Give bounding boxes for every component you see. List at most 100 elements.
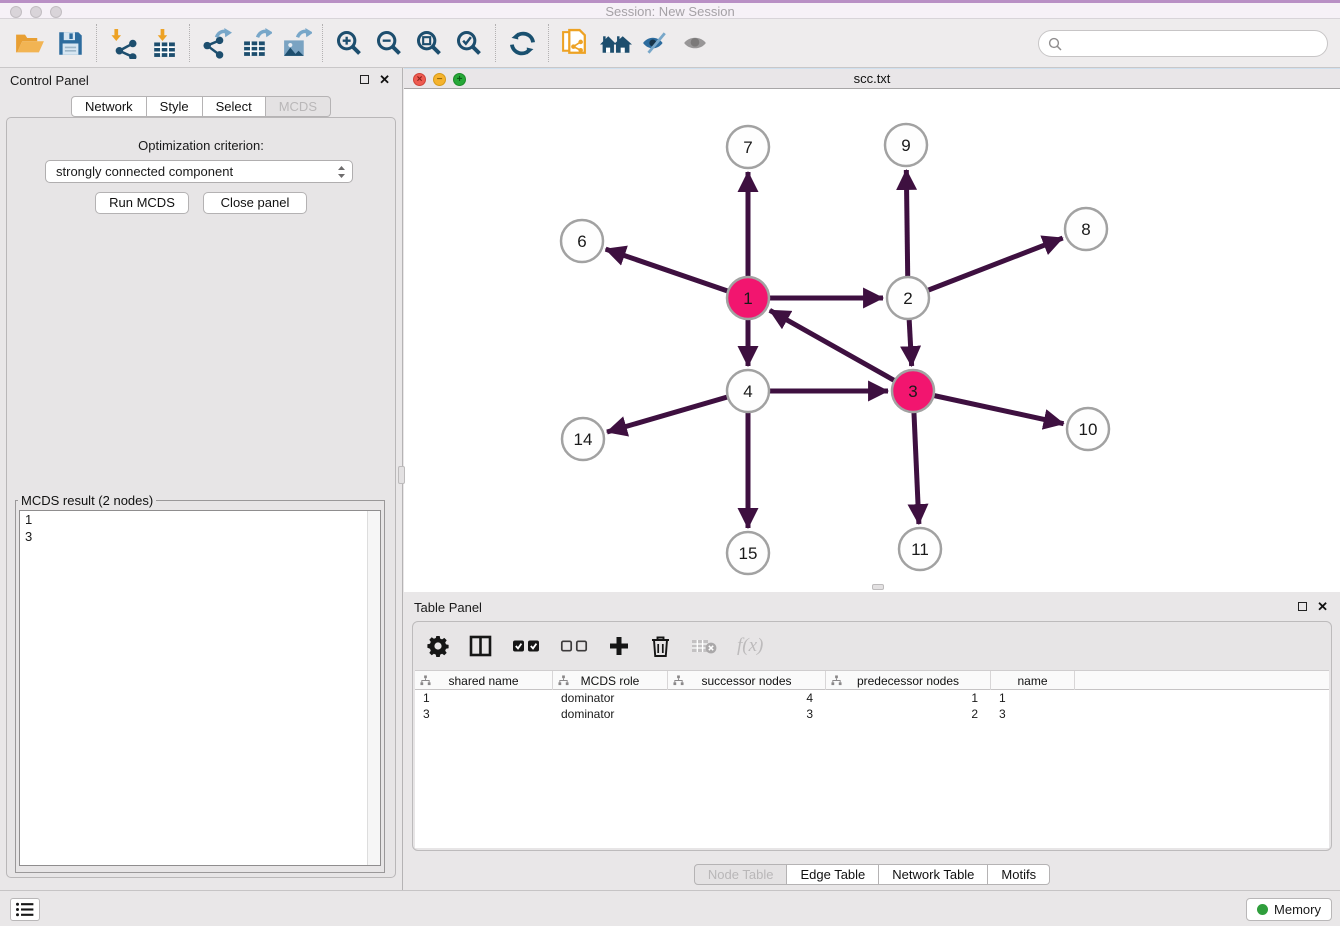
graph-node-10[interactable]: 10 [1067,408,1109,450]
eye-visible-icon[interactable] [675,23,715,63]
control-panel-title: Control Panel [10,73,89,88]
network-canvas[interactable]: 7 9 6 8 1 2 4 3 14 10 15 11 [404,89,1340,592]
main-area: Control Panel ✕ Network Style Select MCD… [0,68,1340,890]
run-mcds-button[interactable]: Run MCDS [95,192,189,214]
graph-node-2[interactable]: 2 [887,277,929,319]
graph-node-15[interactable]: 15 [727,532,769,574]
network-window-titlebar[interactable]: × − + scc.txt [404,68,1340,89]
list-icon [15,902,35,917]
float-panel-icon[interactable] [1298,602,1307,611]
vertical-splitter-handle[interactable] [398,466,405,484]
graph-node-1[interactable]: 1 [727,277,769,319]
zoom-out-icon[interactable] [369,23,409,63]
graph-node-14[interactable]: 14 [562,418,604,460]
node-table: shared name MCDS role successor nodes pr… [415,670,1329,848]
delete-column-icon[interactable] [650,631,671,661]
window-titlebar: Session: New Session [0,0,1340,19]
control-panel: Control Panel ✕ Network Style Select MCD… [0,68,403,890]
tab-motifs[interactable]: Motifs [988,864,1050,885]
toolbar-separator [189,24,190,62]
task-history-button[interactable] [10,898,40,921]
tab-select[interactable]: Select [203,96,266,117]
table-row[interactable]: 1 dominator 4 1 1 [415,690,1329,706]
memory-button[interactable]: Memory [1246,898,1332,921]
table-header-row: shared name MCDS role successor nodes pr… [415,671,1329,690]
column-header-predecessor-nodes[interactable]: predecessor nodes [826,671,991,690]
tab-network-table[interactable]: Network Table [879,864,988,885]
criterion-dropdown[interactable]: strongly connected component [45,160,353,183]
save-session-icon[interactable] [50,23,90,63]
export-table-icon[interactable] [236,23,276,63]
optimization-criterion-label: Optimization criterion: [7,138,395,153]
search-input[interactable] [1067,36,1327,51]
graph-node-8[interactable]: 8 [1065,208,1107,250]
import-table-icon[interactable] [143,23,183,63]
column-layout-icon[interactable] [469,631,492,661]
column-header-mcds-role[interactable]: MCDS role [553,671,668,690]
graph-node-label: 1 [743,289,752,308]
close-panel-button[interactable]: Close panel [203,192,307,214]
hierarchy-icon [558,675,569,686]
mcds-result-textarea[interactable]: 1 3 [19,510,381,866]
cell-name: 3 [991,706,1075,722]
graph-node-label: 4 [743,382,752,401]
graph-node-7[interactable]: 7 [727,126,769,168]
graph-node-3[interactable]: 3 [892,370,934,412]
zoom-selected-icon[interactable] [449,23,489,63]
graph-node-6[interactable]: 6 [561,220,603,262]
select-all-icon[interactable] [512,631,540,661]
export-network-icon[interactable] [196,23,236,63]
column-label: shared name [448,674,518,688]
float-panel-icon[interactable] [360,75,369,84]
tab-network[interactable]: Network [71,96,147,117]
delete-table-icon[interactable] [691,631,717,661]
zoom-fit-icon[interactable] [409,23,449,63]
tab-mcds[interactable]: MCDS [266,96,331,117]
column-header-shared-name[interactable]: shared name [415,671,553,690]
graph-edge-3-1[interactable] [770,310,913,391]
graph-node-label: 7 [743,138,752,157]
graph-node-label: 2 [903,289,912,308]
tab-style[interactable]: Style [147,96,203,117]
mcds-result-box: MCDS result (2 nodes) 1 3 [15,493,385,873]
zoom-in-icon[interactable] [329,23,369,63]
graph-node-4[interactable]: 4 [727,370,769,412]
tab-edge-table[interactable]: Edge Table [787,864,879,885]
eye-hidden-icon[interactable] [635,23,675,63]
document-network-share-icon[interactable] [555,23,595,63]
graph-edge-1-6[interactable] [606,249,748,298]
column-header-name[interactable]: name [991,671,1075,690]
add-column-icon[interactable] [608,631,630,661]
graph-node-9[interactable]: 9 [885,124,927,166]
graph-node-label: 14 [574,430,593,449]
import-network-icon[interactable] [103,23,143,63]
cell-predecessor-nodes: 2 [826,706,991,722]
memory-status-dot [1257,904,1268,915]
settings-gear-icon[interactable] [427,631,449,661]
open-session-icon[interactable] [10,23,50,63]
close-panel-icon[interactable]: ✕ [1317,601,1328,612]
mcds-tab-content: Optimization criterion: strongly connect… [6,117,396,878]
refresh-view-icon[interactable] [502,23,542,63]
cell-shared-name: 3 [415,706,553,722]
home-icon[interactable] [595,23,635,63]
graph-edge-3-10[interactable] [913,391,1064,424]
horizontal-splitter-handle[interactable] [872,584,884,590]
toolbar-separator [322,24,323,62]
graph-edge-2-8[interactable] [908,238,1063,298]
table-row[interactable]: 3 dominator 3 2 3 [415,706,1329,722]
function-builder-icon[interactable]: f(x) [737,631,763,661]
close-panel-icon[interactable]: ✕ [379,74,390,85]
control-panel-header: Control Panel ✕ [0,68,402,92]
scrollbar-track[interactable] [367,511,380,865]
cell-predecessor-nodes: 1 [826,690,991,706]
toolbar-separator [548,24,549,62]
tab-node-table[interactable]: Node Table [694,864,788,885]
search-field[interactable] [1038,30,1328,57]
export-image-icon[interactable] [276,23,316,63]
column-header-successor-nodes[interactable]: successor nodes [668,671,826,690]
search-icon [1048,37,1062,51]
status-bar: Memory [0,890,1340,926]
deselect-all-icon[interactable] [560,631,588,661]
graph-node-11[interactable]: 11 [899,528,941,570]
